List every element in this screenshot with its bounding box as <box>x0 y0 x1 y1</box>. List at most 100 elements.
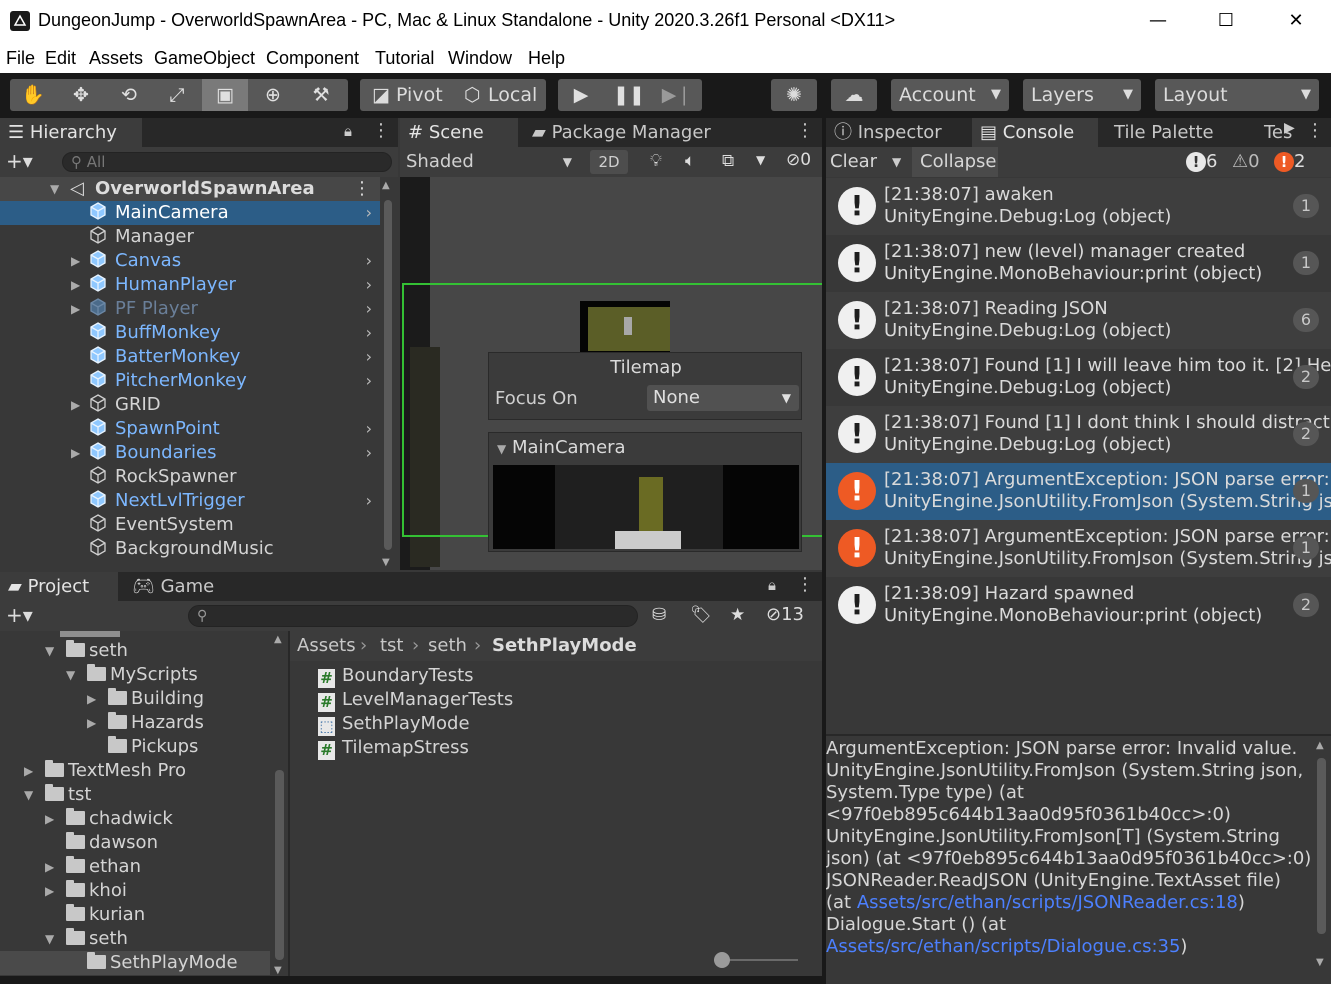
cloud-icon[interactable]: ☁ <box>831 79 877 111</box>
foldout-arrow-icon[interactable]: ▼ <box>66 663 75 687</box>
open-prefab-arrow-icon[interactable]: › <box>366 417 372 441</box>
transform-tool-icon[interactable]: ⊕ <box>250 79 296 111</box>
project-file-item[interactable]: # LevelManagerTests <box>318 688 513 712</box>
layers-dropdown[interactable]: Layers ▼ <box>1023 79 1141 111</box>
search-by-type-icon[interactable]: ⛁ <box>652 605 666 625</box>
hierarchy-item[interactable]: PitcherMonkey › <box>0 369 380 393</box>
step-icon[interactable]: ▶❘ <box>654 79 700 111</box>
hierarchy-item[interactable]: EventSystem <box>0 513 380 537</box>
search-by-label-icon[interactable]: 🏷︎ <box>690 605 712 625</box>
project-folder-item[interactable]: ▼ seth <box>0 927 270 951</box>
account-dropdown[interactable]: Account ▼ <box>891 79 1009 111</box>
foldout-arrow-icon[interactable]: ▶ <box>71 441 80 465</box>
tab-tile-palette[interactable]: Tile Palette <box>1106 118 1236 147</box>
foldout-arrow-icon[interactable]: ▶ <box>45 855 54 879</box>
tab-inspector[interactable]: ⓘ Inspector <box>826 118 966 147</box>
hierarchy-item[interactable]: ▶ Canvas › <box>0 249 380 273</box>
custom-tool-icon[interactable]: ⚒ <box>298 79 344 111</box>
menu-tutorial[interactable]: Tutorial <box>375 48 434 69</box>
project-folder-item[interactable]: kurian <box>0 903 270 927</box>
menu-file[interactable]: File <box>6 48 35 69</box>
hand-tool-icon[interactable]: ✋ <box>10 79 56 111</box>
add-icon[interactable]: +▾ <box>6 149 33 173</box>
project-folder-item[interactable]: ▶ ethan <box>0 855 270 879</box>
open-prefab-arrow-icon[interactable]: › <box>366 489 372 513</box>
open-prefab-arrow-icon[interactable]: › <box>366 297 372 321</box>
console-entry[interactable]: ! [21:38:07] ArgumentException: JSON pars… <box>826 520 1331 577</box>
clear-options-chevron-icon[interactable]: ▼ <box>892 155 901 169</box>
scene-viewport[interactable]: Tilemap Focus On None ▼ ▼ MainCamera <box>400 177 822 570</box>
minimize-button[interactable]: — <box>1138 6 1178 36</box>
project-folder-item[interactable]: ▶ khoi <box>0 879 270 903</box>
create-icon[interactable]: +▾ <box>6 603 33 627</box>
open-prefab-arrow-icon[interactable]: › <box>366 273 372 297</box>
hierarchy-item[interactable]: ▶ HumanPlayer › <box>0 273 380 297</box>
menu-edit[interactable]: Edit <box>45 48 76 69</box>
hidden-objects-icon[interactable]: ⊘0 <box>786 150 811 170</box>
move-tool-icon[interactable]: ✥ <box>58 79 104 111</box>
hierarchy-item[interactable]: MainCamera › <box>0 201 380 225</box>
foldout-arrow-icon[interactable]: ▶ <box>87 711 96 735</box>
layout-dropdown[interactable]: Layout ▼ <box>1155 79 1319 111</box>
menu-gameobject[interactable]: GameObject <box>154 48 255 69</box>
collapse-toggle[interactable]: Collapse <box>912 147 998 177</box>
scene-header[interactable]: ▼ ◁ OverworldSpawnArea ⋮ <box>0 177 380 201</box>
hierarchy-item[interactable]: BackgroundMusic <box>0 537 380 561</box>
project-folder-item[interactable]: Pickups <box>0 735 270 759</box>
rotate-tool-icon[interactable]: ⟲ <box>106 79 152 111</box>
console-entry[interactable]: ! [21:38:07] awaken UnityEngine.Debug:Log … <box>826 178 1331 235</box>
foldout-arrow-icon[interactable]: ▶ <box>24 759 33 783</box>
foldout-arrow-icon[interactable]: ▶ <box>71 297 80 321</box>
foldout-arrow-icon[interactable]: ▶ <box>87 687 96 711</box>
project-folder-item[interactable]: ▶ Hazards <box>0 711 270 735</box>
camera-preview-title[interactable]: ▼ MainCamera <box>497 437 626 458</box>
breadcrumb-sethplaymode[interactable]: SethPlayMode <box>492 631 637 661</box>
console-entry[interactable]: ! [21:38:07] Found [1] I dont think I sho… <box>826 406 1331 463</box>
hierarchy-item[interactable]: ▶ PF Player › <box>0 297 380 321</box>
open-prefab-arrow-icon[interactable]: › <box>366 441 372 465</box>
hierarchy-item[interactable]: Manager <box>0 225 380 249</box>
hierarchy-item[interactable]: BuffMonkey › <box>0 321 380 345</box>
open-prefab-arrow-icon[interactable]: › <box>366 249 372 273</box>
breadcrumb-assets[interactable]: Assets <box>297 631 356 661</box>
hierarchy-item[interactable]: SpawnPoint › <box>0 417 380 441</box>
hierarchy-item[interactable]: RockSpawner <box>0 465 380 489</box>
open-prefab-arrow-icon[interactable]: › <box>366 369 372 393</box>
tab-project[interactable]: ▰ Project <box>0 572 118 601</box>
hidden-packages-icon[interactable]: ⊘13 <box>766 604 804 625</box>
project-file-item[interactable]: ⬚ SethPlayMode <box>318 712 470 736</box>
effects-icon[interactable]: ⧉ <box>722 151 734 171</box>
kebab-menu-icon[interactable]: ⋮ <box>796 120 814 141</box>
console-detail-scrollbar[interactable]: ▲ ▼ <box>1314 740 1328 968</box>
foldout-arrow-icon[interactable]: ▶ <box>71 249 80 273</box>
favorite-icon[interactable]: ★ <box>730 605 745 625</box>
dialogue-link[interactable]: Assets/src/ethan/scripts/Dialogue.cs:35 <box>826 936 1180 957</box>
toggle-2d-button[interactable]: 2D <box>590 150 628 174</box>
zoom-slider[interactable] <box>714 952 798 968</box>
clear-button[interactable]: Clear <box>830 151 877 172</box>
hierarchy-scrollbar[interactable]: ▲ ▼ <box>382 180 394 568</box>
kebab-menu-icon[interactable]: ⋮ <box>372 120 390 141</box>
hierarchy-item[interactable]: NextLvlTrigger › <box>0 489 380 513</box>
lock-icon[interactable]: 🔒︎ <box>344 122 352 140</box>
project-folder-item[interactable]: ▼ tst <box>0 783 270 807</box>
tab-game[interactable]: 🎮︎ Game <box>124 572 244 601</box>
play-icon[interactable]: ▶ <box>558 79 604 111</box>
project-folder-item[interactable]: dawson <box>0 831 270 855</box>
kebab-menu-icon[interactable]: ⋮ <box>796 574 814 595</box>
menu-help[interactable]: Help <box>528 48 565 69</box>
project-folder-item[interactable]: ▶ Building <box>0 687 270 711</box>
foldout-arrow-icon[interactable]: ▶ <box>71 273 80 297</box>
pivot-toggle[interactable]: Pivot <box>396 79 443 111</box>
pause-icon[interactable]: ❚❚ <box>606 79 652 111</box>
warning-count-icon[interactable]: ⚠0 <box>1232 151 1260 172</box>
kebab-menu-icon[interactable]: ⋮ <box>353 177 371 201</box>
menu-assets[interactable]: Assets <box>89 48 143 69</box>
kebab-menu-icon[interactable]: ⋮ <box>1306 120 1324 141</box>
hierarchy-item[interactable]: BatterMonkey › <box>0 345 380 369</box>
menu-window[interactable]: Window <box>448 48 512 69</box>
log-count-icon[interactable]: ! 6 <box>1186 151 1217 172</box>
tab-package-manager[interactable]: ▰ Package Manager <box>524 118 774 147</box>
services-icon[interactable]: ✺ <box>771 79 817 111</box>
rect-tool-icon[interactable]: ▣ <box>202 79 248 111</box>
